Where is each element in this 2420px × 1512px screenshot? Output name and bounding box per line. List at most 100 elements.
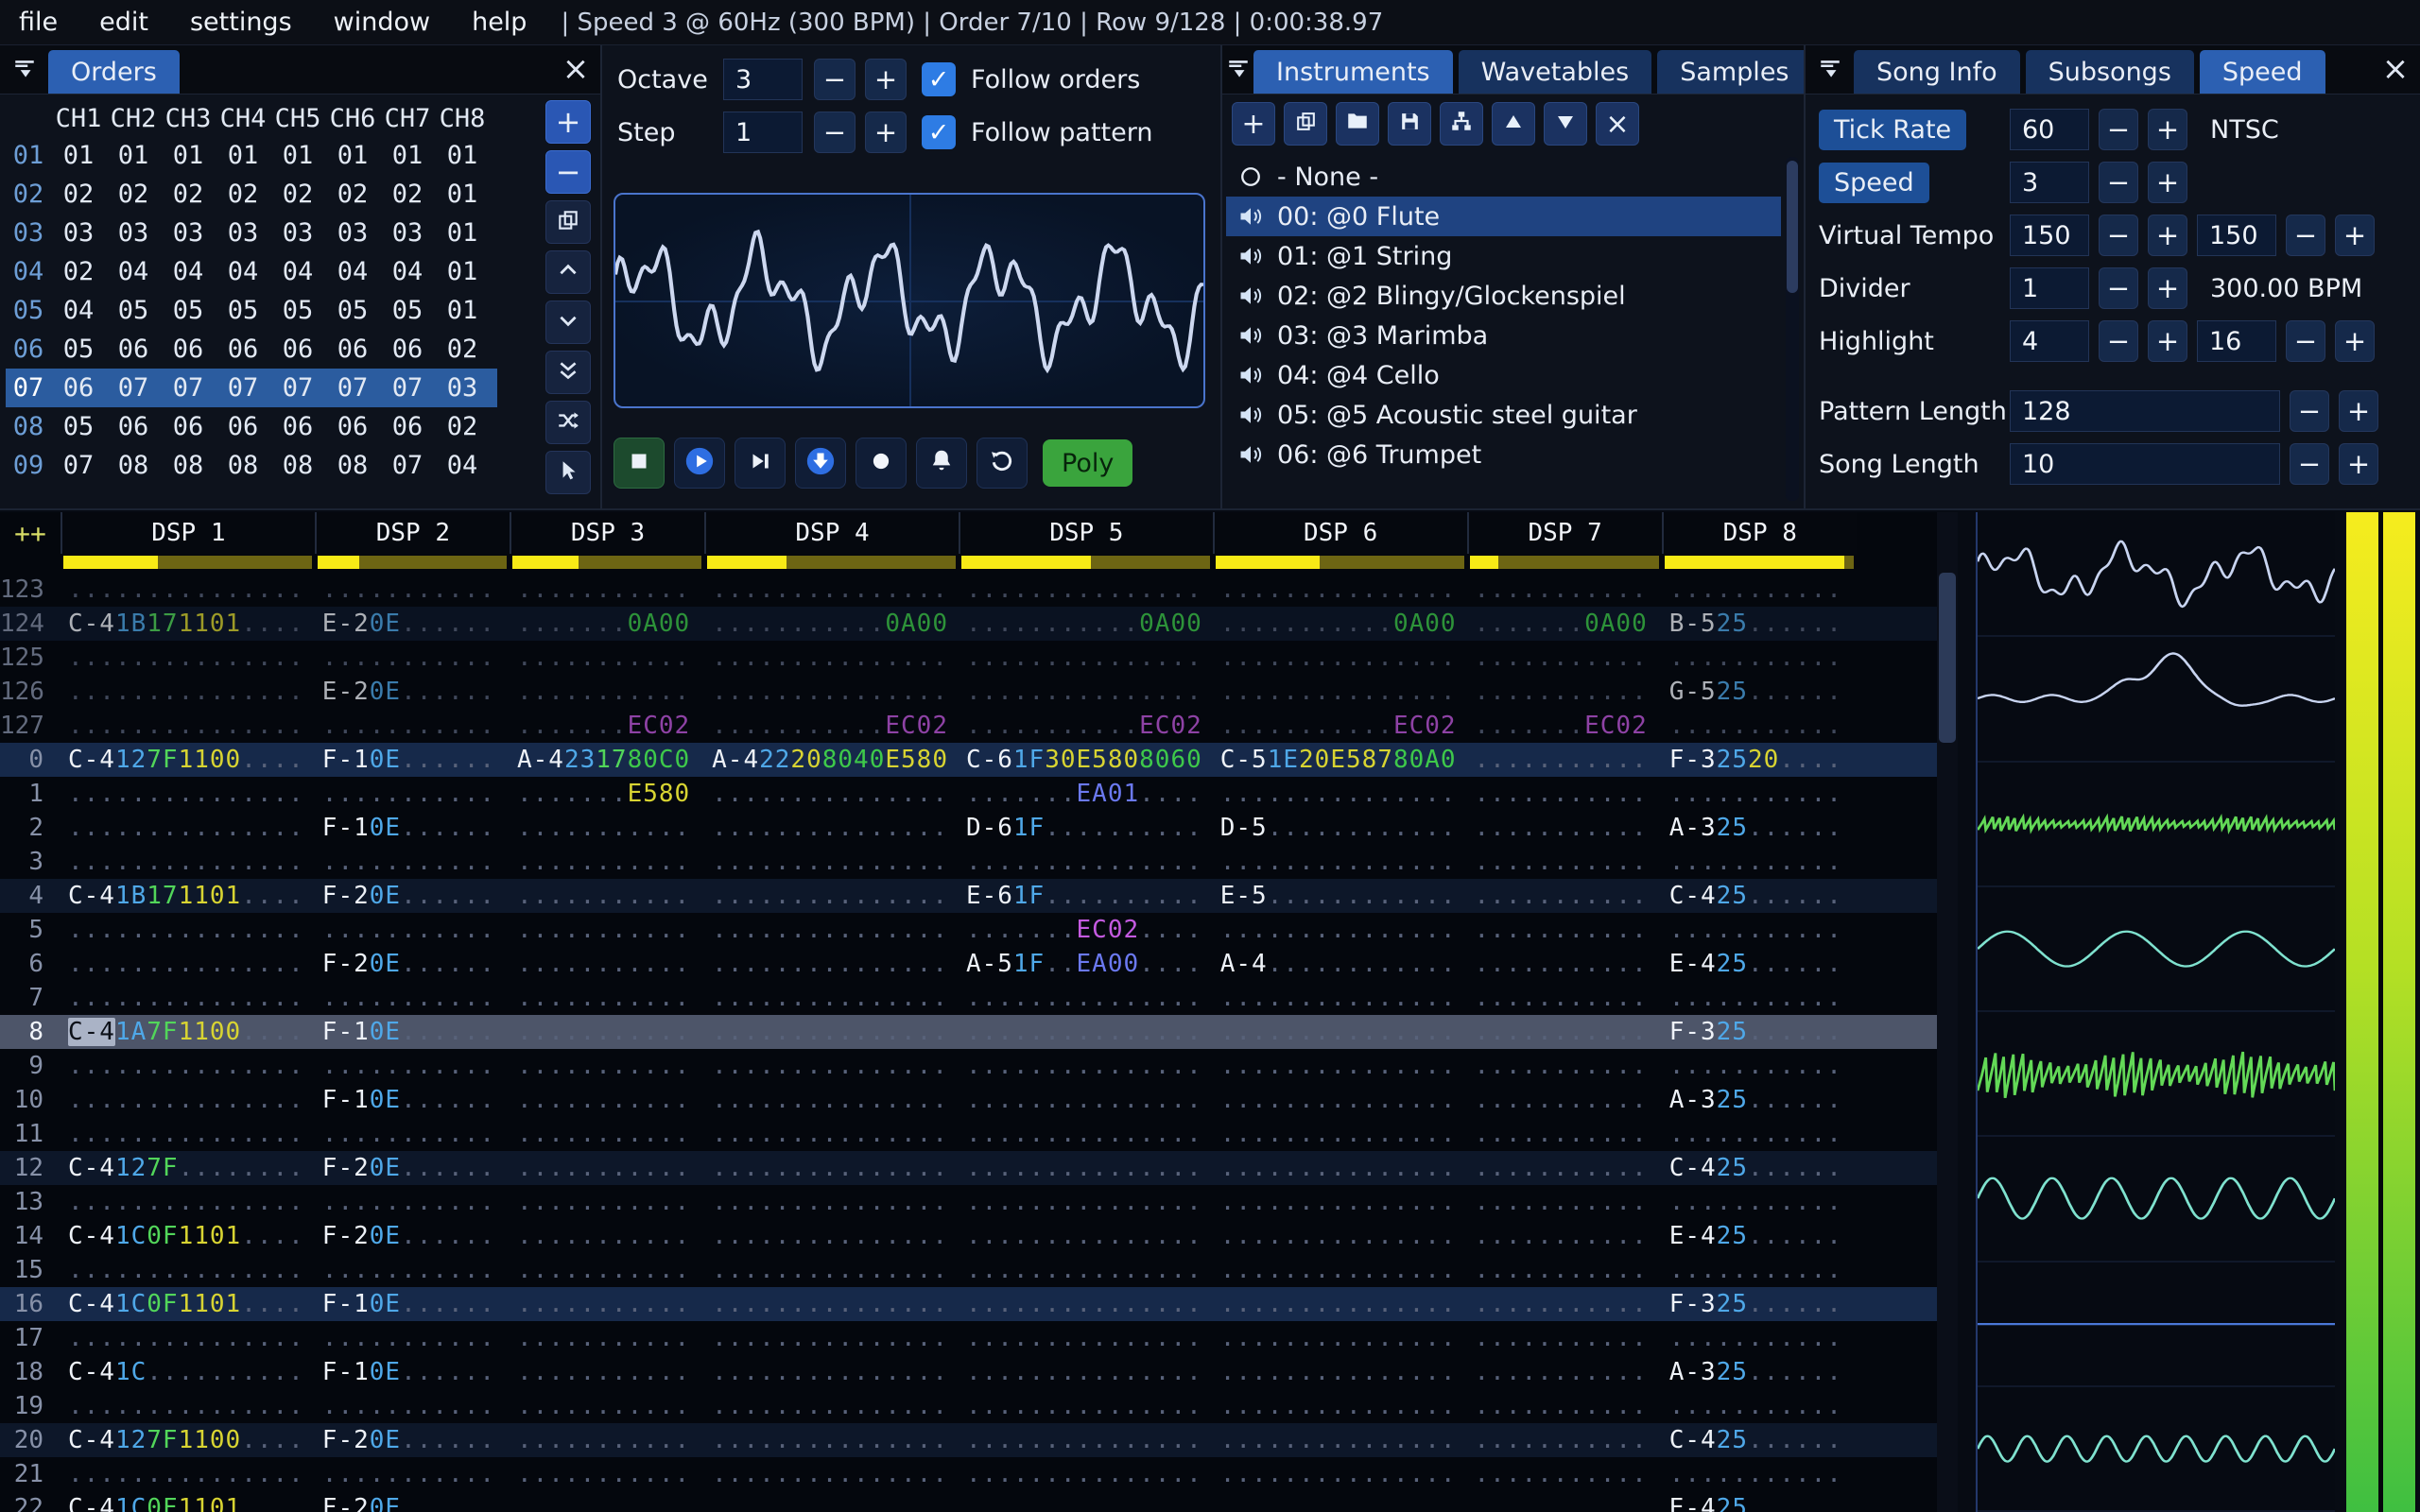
pattern-cell[interactable]: ............... xyxy=(1213,1219,1467,1253)
order-cell[interactable]: 02 xyxy=(325,180,380,209)
poly-button[interactable]: Poly xyxy=(1043,439,1133,487)
order-cell[interactable]: 01 xyxy=(325,141,380,170)
pattern-cell[interactable]: C-4127F........ xyxy=(60,1151,315,1185)
pattern-cell[interactable]: A-4231780C0 xyxy=(510,743,704,777)
pattern-cell[interactable]: ........... xyxy=(1467,743,1662,777)
pattern-cell[interactable]: F-10E...... xyxy=(315,1083,510,1117)
pattern-cell[interactable]: ........... xyxy=(1467,1049,1662,1083)
pattern-cell[interactable]: ............... xyxy=(1213,1355,1467,1389)
pattern-cell[interactable]: ........... xyxy=(510,1253,704,1287)
pattern-cell[interactable]: ........... xyxy=(1662,913,1857,947)
channel-header-3[interactable]: DSP 3 xyxy=(509,512,705,554)
highlight-second-increase-button[interactable]: + xyxy=(2335,320,2375,362)
pattern-cell[interactable]: C-425...... xyxy=(1662,1151,1857,1185)
pattern-cell[interactable]: ............... xyxy=(959,1185,1213,1219)
pattern-add-effect-button[interactable]: ++ xyxy=(0,512,60,554)
tick-rate-decrease-button[interactable]: − xyxy=(2099,109,2138,150)
pattern-cell[interactable]: ........... xyxy=(510,913,704,947)
pattern-cell[interactable]: ........... xyxy=(315,1321,510,1355)
pattern-cell[interactable]: C-61F30E5808060 xyxy=(959,743,1213,777)
pattern-cell[interactable]: ........... xyxy=(315,641,510,675)
order-cell[interactable]: 06 xyxy=(380,335,435,364)
pattern-cell[interactable]: ........... xyxy=(1467,845,1662,879)
order-cell[interactable]: 08 xyxy=(325,451,380,480)
record-button[interactable] xyxy=(856,438,907,489)
pattern-cell[interactable]: .......0A00 xyxy=(1467,607,1662,641)
pattern-cell[interactable]: ............... xyxy=(704,573,959,607)
move-order-up-button[interactable] xyxy=(545,250,591,294)
order-cell[interactable]: 03 xyxy=(270,218,325,248)
pattern-cell[interactable]: ............... xyxy=(1213,675,1467,709)
pattern-cell[interactable]: ........... xyxy=(315,777,510,811)
pattern-cell[interactable]: ............... xyxy=(959,845,1213,879)
pattern-cell[interactable]: ............... xyxy=(959,981,1213,1015)
pattern-cell[interactable]: A-4............ xyxy=(1213,947,1467,981)
order-cell[interactable]: 04 xyxy=(325,257,380,286)
pattern-cell[interactable]: ........... xyxy=(1467,1253,1662,1287)
pattern-cell[interactable]: ............... xyxy=(1213,573,1467,607)
order-cell[interactable]: 01 xyxy=(270,141,325,170)
scrollbar-thumb[interactable] xyxy=(1939,573,1956,743)
pattern-cell[interactable]: ...........0A00 xyxy=(1213,607,1467,641)
tab-instruments[interactable]: Instruments xyxy=(1253,50,1453,94)
channel-header-6[interactable]: DSP 6 xyxy=(1212,512,1467,554)
pattern-cell[interactable]: ............... xyxy=(1213,1321,1467,1355)
pattern-cell[interactable]: ........... xyxy=(1467,1151,1662,1185)
pattern-cell[interactable]: ........... xyxy=(315,845,510,879)
pattern-cell[interactable]: F-10E...... xyxy=(315,743,510,777)
tab-orders[interactable]: Orders xyxy=(48,50,180,94)
order-cell[interactable]: 02 xyxy=(106,180,161,209)
virtual-tempo-num-decrease-button[interactable]: − xyxy=(2099,215,2138,256)
pattern-length-increase-button[interactable]: + xyxy=(2339,390,2378,432)
pattern-cell[interactable]: ........... xyxy=(510,573,704,607)
order-cell[interactable]: 05 xyxy=(380,296,435,325)
pattern-cell[interactable]: ........... xyxy=(1467,777,1662,811)
order-cell[interactable]: 04 xyxy=(216,257,270,286)
pattern-cell[interactable]: C-4127F1100.... xyxy=(60,1423,315,1457)
pattern-cell[interactable]: ............... xyxy=(704,777,959,811)
order-cell[interactable]: 01 xyxy=(435,296,490,325)
pattern-cell[interactable]: ............... xyxy=(959,1219,1213,1253)
pattern-cell[interactable]: ............... xyxy=(1213,1491,1467,1512)
add-instrument-button[interactable]: + xyxy=(1232,102,1275,146)
order-cell[interactable]: 06 xyxy=(380,412,435,441)
order-cell[interactable]: 07 xyxy=(325,373,380,403)
pattern-cell[interactable]: ............... xyxy=(704,947,959,981)
order-cell[interactable]: 02 xyxy=(51,180,106,209)
order-cell[interactable]: 03 xyxy=(161,218,216,248)
pattern-cell[interactable]: ............... xyxy=(60,947,315,981)
highlight-second-input[interactable]: 16 xyxy=(2197,320,2276,362)
song-length-decrease-button[interactable]: − xyxy=(2290,443,2329,485)
order-cell[interactable]: 06 xyxy=(270,412,325,441)
pattern-cell[interactable]: ........... xyxy=(510,641,704,675)
pattern-cell[interactable]: ............... xyxy=(1213,1457,1467,1491)
pattern-cell[interactable]: ........... xyxy=(510,1049,704,1083)
move-instrument-up-button[interactable] xyxy=(1492,102,1535,146)
play-pattern-button[interactable] xyxy=(735,438,786,489)
divider-increase-button[interactable]: + xyxy=(2148,267,2187,309)
order-row-number[interactable]: 03 xyxy=(6,218,51,248)
pattern-cell[interactable]: ............... xyxy=(704,981,959,1015)
pattern-cell[interactable]: ........... xyxy=(510,1457,704,1491)
order-cell[interactable]: 05 xyxy=(270,296,325,325)
pattern-cell[interactable]: ............... xyxy=(704,1423,959,1457)
pattern-cell[interactable]: ............... xyxy=(959,1151,1213,1185)
order-cell[interactable]: 06 xyxy=(106,412,161,441)
pattern-cell[interactable]: ........... xyxy=(1662,1457,1857,1491)
metronome-button[interactable] xyxy=(916,438,967,489)
pattern-cell[interactable]: E-425...... xyxy=(1662,947,1857,981)
order-cell[interactable]: 06 xyxy=(106,335,161,364)
pattern-cell[interactable]: C-41C.......... xyxy=(60,1355,315,1389)
speed-input[interactable]: 3 xyxy=(2010,162,2089,203)
pattern-cell[interactable]: ............... xyxy=(959,1423,1213,1457)
order-cell[interactable]: 06 xyxy=(216,412,270,441)
pattern-cell[interactable]: ............... xyxy=(60,709,315,743)
pattern-cell[interactable]: ............... xyxy=(704,1049,959,1083)
order-cell[interactable]: 06 xyxy=(270,335,325,364)
order-cell[interactable]: 06 xyxy=(161,412,216,441)
divider-decrease-button[interactable]: − xyxy=(2099,267,2138,309)
pattern-cell[interactable]: ........... xyxy=(1467,913,1662,947)
pattern-cell[interactable]: F-10E...... xyxy=(315,811,510,845)
stop-button[interactable] xyxy=(614,438,665,489)
pattern-cell[interactable]: E-61F.......... xyxy=(959,879,1213,913)
